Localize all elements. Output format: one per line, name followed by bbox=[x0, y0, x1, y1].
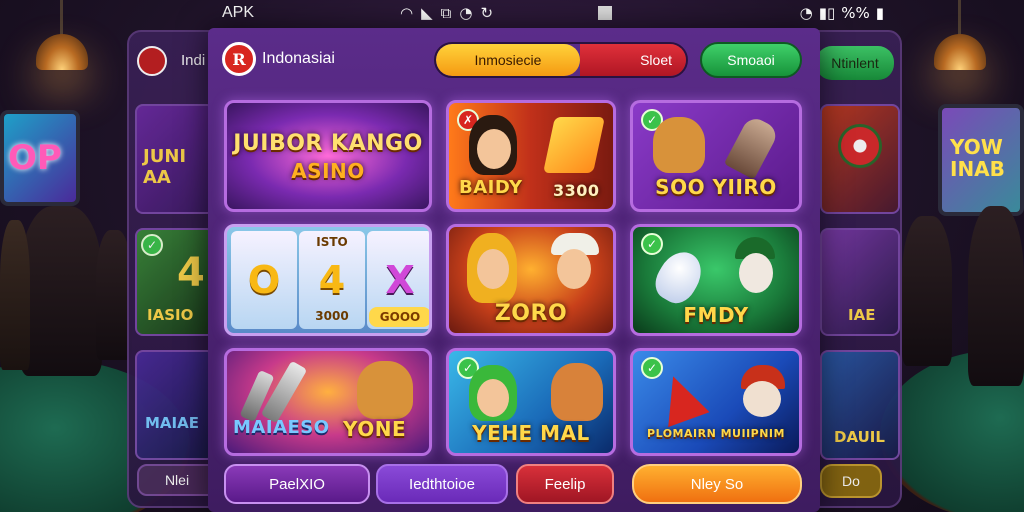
game-tile-ghost[interactable]: MAIAE bbox=[135, 350, 215, 460]
tile-title: DAUIL bbox=[834, 428, 885, 446]
tab-segment-a[interactable]: Inmosiecie bbox=[436, 44, 580, 76]
target-icon bbox=[838, 124, 882, 168]
background-person bbox=[902, 216, 952, 366]
game-title: SOO YIIRO bbox=[655, 175, 777, 199]
game-tile[interactable]: MAIAESO YONE bbox=[224, 348, 432, 456]
pin-icon bbox=[260, 360, 308, 424]
check-badge-icon: ✓ bbox=[141, 234, 163, 256]
game-tile-ghost[interactable]: ✓ 4 IASIO bbox=[135, 228, 215, 336]
game-tile[interactable]: ✓ SOO YIIRO bbox=[630, 100, 802, 212]
notification-square-icon bbox=[598, 6, 612, 20]
right-panel-pill[interactable]: Ntinlent bbox=[816, 46, 894, 80]
game-tile[interactable]: ✓ YEHE MAL bbox=[446, 348, 616, 456]
dog-character-icon bbox=[357, 361, 413, 419]
bottom-button-1[interactable]: PaelXIO bbox=[224, 464, 370, 504]
alarm-icon: ◔ bbox=[799, 4, 813, 22]
sync-icon: ↻ bbox=[480, 4, 494, 22]
game-title: YEHE MAL bbox=[472, 421, 590, 445]
game-title-line2: ASINO bbox=[291, 159, 365, 183]
character-face bbox=[477, 129, 511, 169]
left-panel-button[interactable]: Nlei bbox=[137, 464, 217, 496]
ceiling-lamp bbox=[32, 0, 92, 80]
dog-character-icon bbox=[551, 363, 603, 421]
signal-bars-icon: ▮▯ bbox=[818, 4, 836, 22]
character-face bbox=[743, 381, 781, 417]
background-person bbox=[20, 206, 102, 376]
tile-title: IAE bbox=[848, 306, 876, 324]
character-face bbox=[477, 249, 509, 289]
game-tile[interactable]: ✓ PLOMAIRN MUIIPNIM bbox=[630, 348, 802, 456]
status-battery-text: %% bbox=[841, 4, 870, 22]
wall-sign-left: OP bbox=[0, 110, 80, 206]
hammer-icon bbox=[723, 114, 781, 180]
battery-icon: ▮ bbox=[875, 4, 884, 22]
game-tile[interactable]: ✗ BAIDY 3300 bbox=[446, 100, 616, 212]
main-app-panel: R Indonasiai Inmosiecie Sloet Smoaoi JUI… bbox=[208, 28, 820, 512]
wall-sign-right: YOW INAB bbox=[938, 104, 1024, 216]
right-panel-button[interactable]: Do bbox=[820, 464, 882, 498]
check-badge-icon: ✓ bbox=[641, 357, 663, 379]
dog-character-icon bbox=[653, 117, 705, 173]
wall-sign-left-text: OP bbox=[8, 138, 62, 178]
tile-title: MAIAE bbox=[145, 414, 199, 432]
reel-top-label: ISTO bbox=[316, 235, 348, 249]
slot-symbol-icon bbox=[543, 117, 605, 173]
character-face bbox=[477, 379, 509, 417]
game-tile-ghost[interactable]: IAE bbox=[820, 228, 900, 336]
bottom-button-2[interactable]: Iedthtoioe bbox=[376, 464, 508, 504]
reel-bottom-label: 3000 bbox=[315, 309, 349, 323]
game-title-line1: JUIBOR KANGO bbox=[233, 131, 423, 156]
wall-sign-right-text: YOW INAB bbox=[950, 135, 1005, 181]
game-tile-ghost[interactable] bbox=[820, 104, 900, 214]
tile-title: JUNI AA bbox=[143, 146, 187, 188]
game-tile-ghost[interactable]: DAUIL bbox=[820, 350, 900, 460]
game-title-left: BAIDY bbox=[459, 177, 523, 198]
bowling-pin-icon bbox=[648, 244, 710, 310]
tile-subtitle: IASIO bbox=[147, 306, 194, 324]
game-title-right: YONE bbox=[343, 417, 407, 441]
game-tile[interactable]: JUIBOR KANGO ASINO bbox=[224, 100, 432, 212]
status-icons-right: ◔ ▮▯ %% ▮ bbox=[800, 4, 884, 22]
tab-segment-b[interactable]: Sloet bbox=[580, 44, 686, 76]
logo-icon bbox=[137, 46, 167, 76]
background-person bbox=[0, 220, 30, 370]
flag-icon bbox=[652, 368, 710, 428]
bottom-button-3[interactable]: Feelip bbox=[516, 464, 614, 504]
brand-name: Indonasiai bbox=[262, 50, 335, 67]
link-icon: ⧉ bbox=[440, 4, 452, 22]
app-header-brand: R Indonasiai bbox=[222, 42, 335, 76]
character-face bbox=[739, 253, 773, 293]
game-title-right: 3300 bbox=[553, 181, 600, 200]
status-icons-center: ◠ ◣ ⧉ ◔ ↻ bbox=[400, 4, 493, 22]
category-toggle: Inmosiecie Sloet bbox=[434, 42, 688, 78]
game-tile[interactable]: ✓ O 4 ISTO 3000 X GOOO bbox=[224, 224, 432, 336]
logo-icon: R bbox=[222, 42, 256, 76]
signal-icon: ◣ bbox=[421, 4, 433, 22]
game-title-left: MAIAESO bbox=[233, 417, 330, 438]
green-action-button[interactable]: Smoaoi bbox=[700, 42, 802, 78]
game-tile-ghost[interactable]: JUNI AA bbox=[135, 104, 215, 214]
left-panel-brand: Indi bbox=[181, 52, 206, 69]
game-tile[interactable]: ZORO bbox=[446, 224, 616, 336]
check-badge-icon: ✓ bbox=[641, 233, 663, 255]
slot-reel-value: 4 bbox=[318, 258, 346, 302]
tile-title: 4 bbox=[177, 250, 205, 296]
bottom-button-primary[interactable]: Nley So bbox=[632, 464, 802, 504]
game-title: FMDY bbox=[683, 303, 749, 327]
reel-badge: GOOO bbox=[369, 307, 429, 327]
wifi-icon: ◠ bbox=[400, 4, 414, 22]
character-face bbox=[557, 249, 591, 289]
status-carrier: APK bbox=[222, 4, 255, 21]
game-tile[interactable]: ✓ FMDY bbox=[630, 224, 802, 336]
alarm-icon: ◔ bbox=[459, 4, 473, 22]
status-bar: APK ◠ ◣ ⧉ ◔ ↻ ◔ ▮▯ %% ▮ bbox=[208, 0, 896, 26]
slot-reel: O bbox=[231, 231, 297, 329]
game-title: PLOMAIRN MUIIPNIM bbox=[647, 427, 785, 440]
ceiling-lamp bbox=[930, 0, 990, 80]
game-title: ZORO bbox=[494, 301, 568, 326]
background-person bbox=[968, 206, 1024, 386]
